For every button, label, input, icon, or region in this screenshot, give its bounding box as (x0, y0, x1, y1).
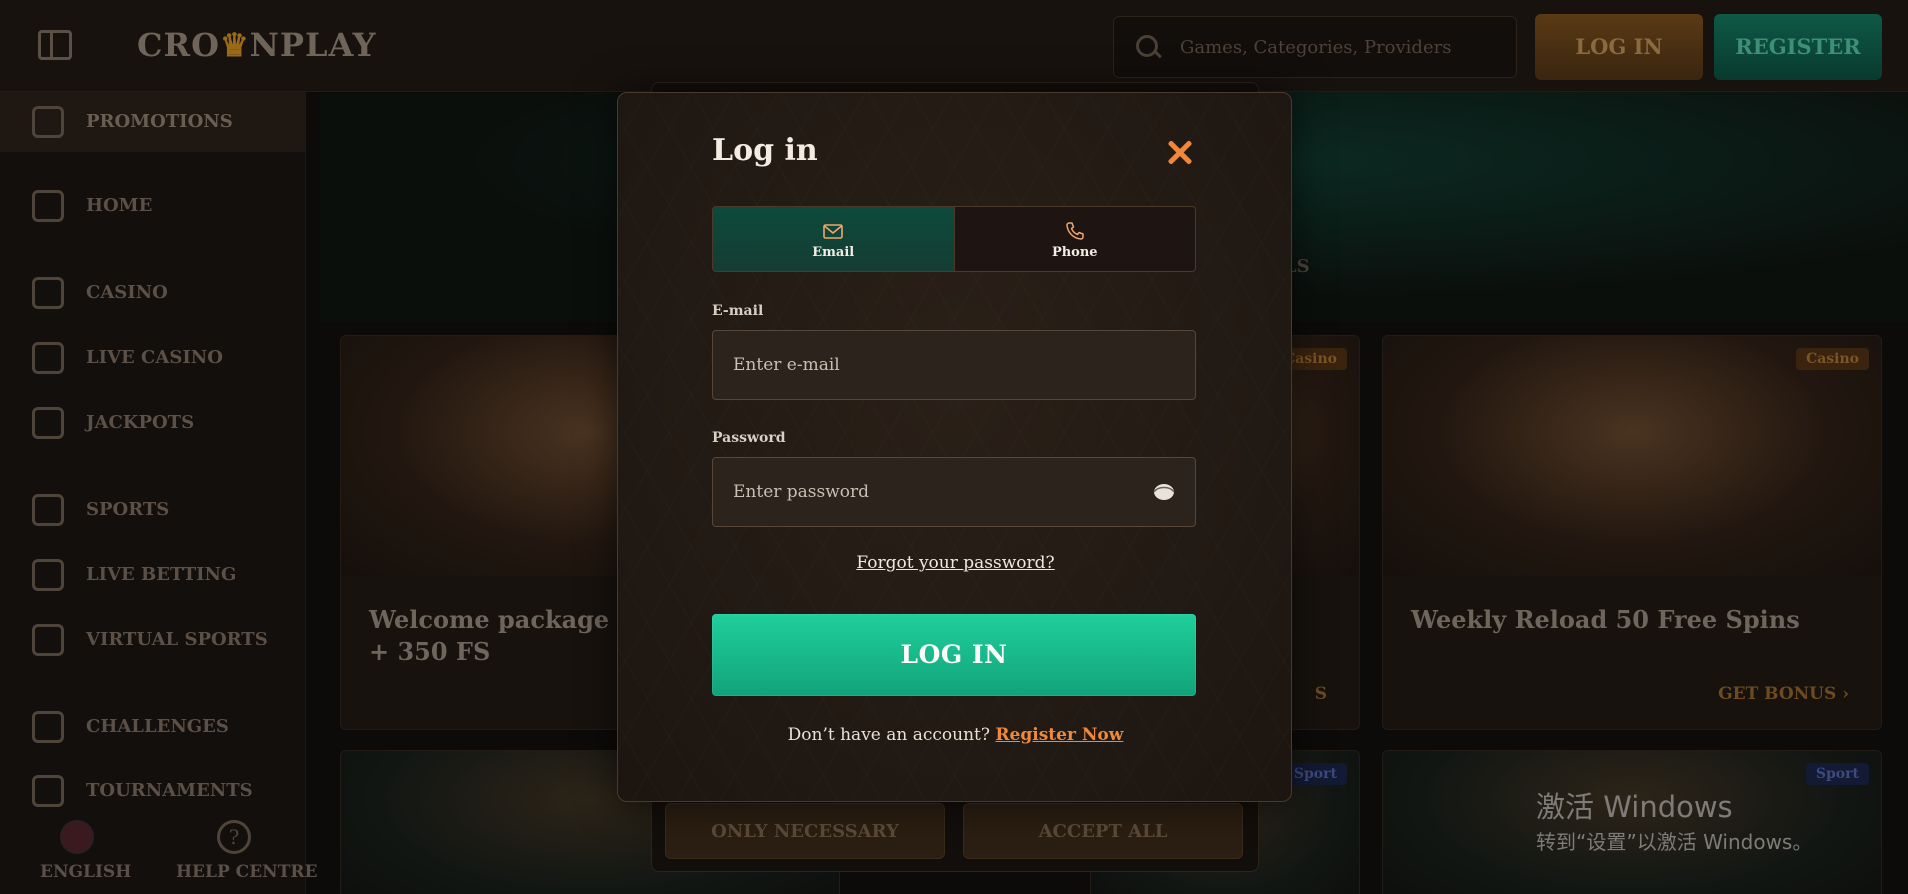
tab-phone[interactable]: Phone (954, 207, 1195, 271)
sidebar-item-challenges[interactable]: CHALLENGES (0, 697, 306, 757)
phone-icon (1066, 222, 1084, 240)
email-field[interactable] (712, 330, 1196, 400)
login-submit-button[interactable]: LOG IN (712, 614, 1196, 696)
sidebar-item-label: SPORTS (86, 499, 170, 520)
slot-machine-icon (32, 277, 64, 309)
category-badge: Sport (1283, 763, 1347, 785)
sidebar-item-tournaments[interactable]: TOURNAMENTS (0, 761, 306, 821)
promo-card-cta[interactable]: S (1315, 684, 1327, 704)
search-box[interactable]: Games, Categories, Providers (1113, 16, 1517, 78)
sidebar-item-virtual-sports[interactable]: VIRTUAL SPORTS (0, 610, 306, 670)
help-icon[interactable]: ? (217, 820, 251, 854)
sidebar-item-label: HOME (86, 195, 153, 216)
tab-email-label: Email (812, 245, 855, 260)
sidebar-item-label: LIVE BETTING (86, 564, 237, 585)
promo-card-image (1383, 336, 1881, 576)
search-icon (1136, 35, 1158, 57)
tab-email[interactable]: Email (713, 207, 955, 271)
register-prompt: Don’t have an account? Register Now (618, 725, 1293, 745)
password-field[interactable] (712, 457, 1196, 527)
clover-icon (32, 407, 64, 439)
envelope-icon (823, 224, 844, 239)
sidebar-item-label: LIVE CASINO (86, 347, 223, 368)
sidebar-item-live-casino[interactable]: LIVE CASINO (0, 328, 306, 388)
only-necessary-button[interactable]: ONLY NECESSARY (665, 803, 945, 859)
sidebar-item-casino[interactable]: CASINO (0, 263, 306, 323)
sidebar-item-label: PROMOTIONS (86, 111, 233, 132)
sidebar-item-label: VIRTUAL SPORTS (86, 629, 268, 650)
register-prompt-text: Don’t have an account? (787, 725, 991, 745)
header-register-button[interactable]: REGISTER (1714, 14, 1882, 80)
forgot-password-link[interactable]: Forgot your password? (856, 553, 1054, 573)
sidebar-item-label: CHALLENGES (86, 716, 229, 737)
promo-card-title: Weekly Reload 50 Free Spins (1411, 605, 1800, 634)
sidebar-item-jackpots[interactable]: JACKPOTS (0, 393, 306, 453)
sidebar-item-label: JACKPOTS (86, 412, 195, 433)
ball-icon (32, 494, 64, 526)
gift-icon (32, 106, 64, 138)
search-placeholder: Games, Categories, Providers (1180, 37, 1452, 58)
login-method-tabs: Email Phone (712, 206, 1196, 272)
tab-phone-label: Phone (1051, 245, 1098, 260)
modal-title: Log in (712, 133, 818, 168)
spade-icon (32, 342, 64, 374)
login-modal: Log in Email Phone E-mail Password (617, 92, 1292, 802)
promo-card[interactable]: Casino Weekly Reload 50 Free Spins GET B… (1382, 335, 1882, 730)
language-selector[interactable]: ENGLISH (40, 862, 131, 882)
uk-flag-icon[interactable] (60, 820, 94, 854)
tv-icon (32, 559, 64, 591)
help-centre-link[interactable]: HELP CENTRE (176, 862, 317, 882)
sidebar-item-label: CASINO (86, 282, 168, 303)
email-input[interactable] (733, 331, 1153, 399)
gamepad-icon (32, 624, 64, 656)
category-badge: Casino (1796, 348, 1869, 370)
sidebar-item-label: TOURNAMENTS (86, 780, 253, 801)
email-label: E-mail (712, 303, 764, 319)
medal-icon (32, 711, 64, 743)
get-bonus-link[interactable]: GET BONUS › (1718, 684, 1849, 704)
app-root: CRO♛NPLAY Games, Categories, Providers L… (0, 0, 1908, 894)
trophy-icon (32, 775, 64, 807)
password-input[interactable] (733, 458, 1153, 526)
sidebar-item-sports[interactable]: SPORTS (0, 480, 306, 540)
sidebar: PROMOTIONS HOME CASINO LIVE CASINO JACKP… (0, 92, 306, 894)
crown-icon: ♛ (219, 26, 250, 64)
os-activation-watermark-hint: 转到“设置”以激活 Windows。 (1536, 830, 1813, 854)
accept-all-button[interactable]: ACCEPT ALL (963, 803, 1243, 859)
password-label: Password (712, 430, 786, 446)
category-badge: Sport (1805, 763, 1869, 785)
forgot-password-row: Forgot your password? (618, 553, 1293, 573)
sidebar-item-home[interactable]: HOME (0, 176, 306, 236)
crownplay-logo[interactable]: CRO♛NPLAY (137, 26, 377, 64)
sidebar-toggle-icon[interactable] (38, 30, 72, 60)
close-icon[interactable] (1162, 135, 1198, 171)
sidebar-item-live-betting[interactable]: LIVE BETTING (0, 545, 306, 605)
top-bar: CRO♛NPLAY Games, Categories, Providers L… (0, 0, 1908, 92)
os-activation-watermark: 激活 Windows (1536, 790, 1733, 824)
show-password-icon[interactable] (1153, 482, 1175, 502)
register-now-link[interactable]: Register Now (995, 725, 1123, 745)
sidebar-item-promotions[interactable]: PROMOTIONS (0, 92, 306, 152)
home-icon (32, 190, 64, 222)
header-login-button[interactable]: LOG IN (1535, 14, 1703, 80)
